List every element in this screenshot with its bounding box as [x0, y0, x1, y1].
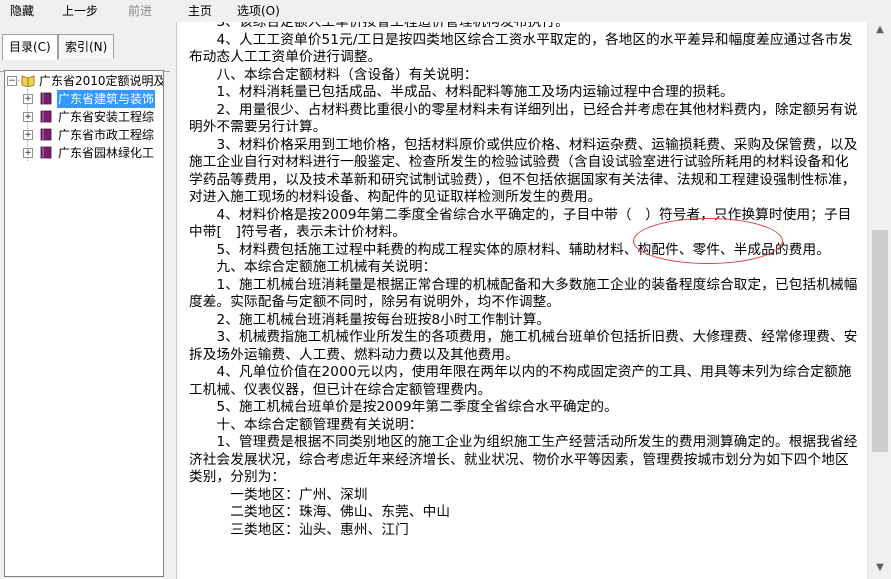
paragraph: 3、该综合定额人工单价按省工程造价管理机构发布执行。	[189, 22, 569, 30]
book-icon	[40, 146, 52, 159]
scroll-up-icon[interactable]: ▲	[874, 24, 886, 36]
tree-item-municipal[interactable]: + 广东省市政工程综	[5, 126, 163, 144]
tree-item-installation[interactable]: + 广东省安装工程综	[5, 108, 163, 126]
section-heading: 八、本综合定额材料（含设备）有关说明：	[189, 66, 478, 83]
open-book-icon	[21, 75, 35, 87]
expand-icon[interactable]: +	[23, 112, 33, 122]
toolbar: 隐藏 上一步 前进 主页 选项(O)	[0, 0, 891, 23]
document-body: 3、该综合定额人工单价按省工程造价管理机构发布执行。 4、人工工资单价51元/工…	[189, 22, 859, 539]
tree-item-label: 广东省建筑与装饰	[57, 90, 156, 108]
tree-item-label: 广东省市政工程综	[58, 128, 155, 142]
paragraph: 3、机械费指施工机械作业所发生的各项费用，施工机械台班单价包括折旧费、大修理费、…	[189, 329, 858, 363]
back-button[interactable]: 上一步	[62, 3, 98, 19]
vertical-scrollbar[interactable]: ▲ ▼	[867, 22, 891, 579]
tree-item-label: 广东省安装工程综	[58, 110, 155, 124]
home-button[interactable]: 主页	[188, 3, 212, 19]
contents-tree[interactable]: − 广东省2010定额说明及 + 广东省建筑与装饰 + 广东省安装工程综 + 广…	[4, 70, 164, 577]
paragraph: 1、施工机械台班消耗量是根据正常合理的机械配备和大多数施工企业的装备程度综合取定…	[189, 276, 858, 311]
collapse-icon[interactable]: −	[7, 76, 17, 86]
paragraph: 3、材料价格采用到工地价格，包括材料原价或供应价格、材料运杂费、运输损耗费、采购…	[189, 136, 858, 206]
options-menu[interactable]: 选项(O)	[237, 3, 280, 19]
expand-icon[interactable]: +	[23, 94, 33, 104]
list-item: 二类地区：珠海、佛山、东莞、中山	[189, 504, 451, 520]
tree-item-landscape[interactable]: + 广东省园林绿化工	[5, 144, 163, 162]
section-heading: 十、本综合定额管理费有关说明：	[189, 416, 423, 433]
tab-index[interactable]: 索引(N)	[58, 34, 115, 59]
paragraph: 4、凡单位价值在2000元以内，使用年限在两年以内的不构成固定资产的工具、用具等…	[189, 364, 852, 398]
tree-item-label: 广东省园林绿化工	[58, 146, 155, 160]
tree-root[interactable]: − 广东省2010定额说明及	[5, 72, 164, 90]
document-view: 3、该综合定额人工单价按省工程造价管理机构发布执行。 4、人工工资单价51元/工…	[176, 22, 868, 579]
expand-icon[interactable]: +	[23, 130, 33, 140]
paragraph: 4、人工工资单价51元/工日是按四类地区综合工资水平取定的，各地区的水平差异和幅…	[189, 31, 853, 66]
list-item: 一类地区：广州、深圳	[189, 486, 368, 503]
navigation-pane: 目录(C) 索引(N) − 广东省2010定额说明及 + 广东省建筑与装饰 + …	[0, 22, 170, 579]
paragraph: 1、管理费是根据不同类别地区的施工企业为组织施工生产经营活动所发生的费用测算确定…	[189, 434, 858, 485]
book-icon	[40, 92, 52, 105]
paragraph: 2、施工机械台班消耗量按每台班按8小时工作制计算。	[189, 311, 551, 328]
scrollbar-thumb[interactable]	[872, 230, 888, 452]
book-icon	[40, 110, 52, 123]
annotation-circle	[633, 218, 783, 264]
list-item: 三类地区：汕头、惠州、江门	[189, 521, 409, 538]
book-icon	[40, 128, 52, 141]
tab-contents[interactable]: 目录(C)	[2, 34, 58, 60]
expand-icon[interactable]: +	[23, 148, 33, 158]
scroll-down-icon[interactable]: ▼	[874, 562, 886, 574]
paragraph: 1、材料消耗量已包括成品、半成品、材料配料等施工及场内运输过程中合理的损耗。	[189, 84, 734, 100]
tree-root-label: 广东省2010定额说明及	[39, 74, 164, 88]
hide-button[interactable]: 隐藏	[10, 3, 34, 19]
forward-button[interactable]: 前进	[128, 3, 152, 19]
paragraph: 5、施工机械台班单价是按2009年第二季度全省综合水平确定的。	[189, 399, 618, 415]
tree-item-architecture[interactable]: + 广东省建筑与装饰	[5, 90, 163, 108]
section-heading: 九、本综合定额施工机械有关说明：	[189, 259, 437, 275]
paragraph: 2、用量很少、占材料费比重很小的零星材料未有详细列出，已经合并考虑在其他材料费内…	[189, 101, 858, 136]
